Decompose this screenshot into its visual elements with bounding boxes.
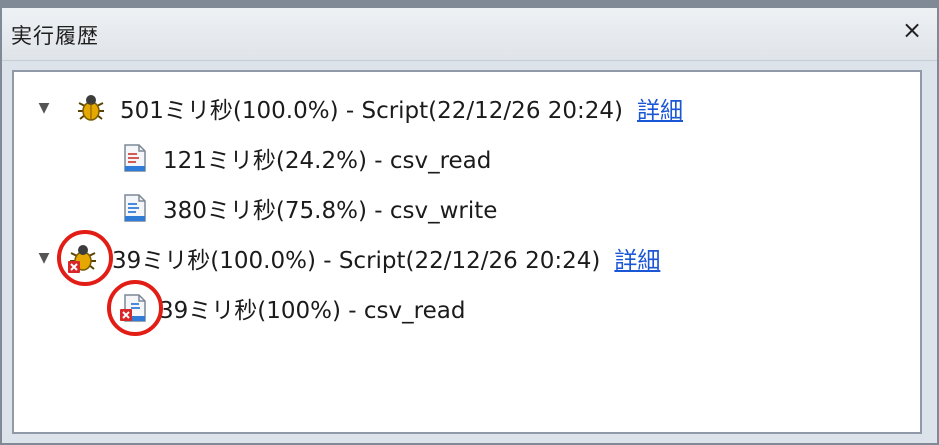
execution-history-panel: 実行履歴 × ▼ 501ミリ秒(100.0%) - Script(22/12/2	[0, 0, 939, 445]
history-tree: ▼ 501ミリ秒(100.0%) - Script(22/12/26 20:24…	[12, 70, 922, 434]
tree-node-label: 121ミリ秒(24.2%) - csv_read	[163, 148, 492, 174]
tree-child-node[interactable]: 380ミリ秒(75.8%) - csv_write	[117, 188, 497, 228]
script-file-icon	[117, 191, 151, 225]
tree-node[interactable]: ▼ 39ミリ秒(100.0%) - Script(22/12/26 20:24)…	[34, 238, 660, 278]
tree-child-node[interactable]: 121ミリ秒(24.2%) - csv_read	[117, 138, 491, 178]
tree-node[interactable]: ▼ 501ミリ秒(100.0%) - Script(22/12/26 20:24…	[34, 88, 683, 128]
script-file-icon	[117, 141, 151, 175]
panel-titlebar: 実行履歴 ×	[2, 8, 937, 61]
tree-child-node[interactable]: 39ミリ秒(100%) - csv_read	[117, 288, 465, 328]
details-link[interactable]: 詳細	[637, 91, 683, 125]
bug-icon	[74, 91, 108, 125]
bug-error-icon	[66, 241, 100, 275]
tree-node-label: 39ミリ秒(100%) - csv_read	[159, 298, 466, 324]
tree-node-label: 501ミリ秒(100.0%) - Script(22/12/26 20:24)	[120, 98, 624, 124]
tree-node-label: 39ミリ秒(100.0%) - Script(22/12/26 20:24)	[112, 248, 601, 274]
details-link[interactable]: 詳細	[614, 241, 660, 275]
collapse-arrow-icon[interactable]: ▼	[34, 248, 54, 268]
close-icon[interactable]: ×	[899, 17, 925, 43]
tree-node-label: 380ミリ秒(75.8%) - csv_write	[163, 198, 498, 224]
collapse-arrow-icon[interactable]: ▼	[34, 98, 54, 118]
script-file-error-icon	[117, 291, 151, 325]
panel-title: 実行履歴	[11, 24, 99, 48]
